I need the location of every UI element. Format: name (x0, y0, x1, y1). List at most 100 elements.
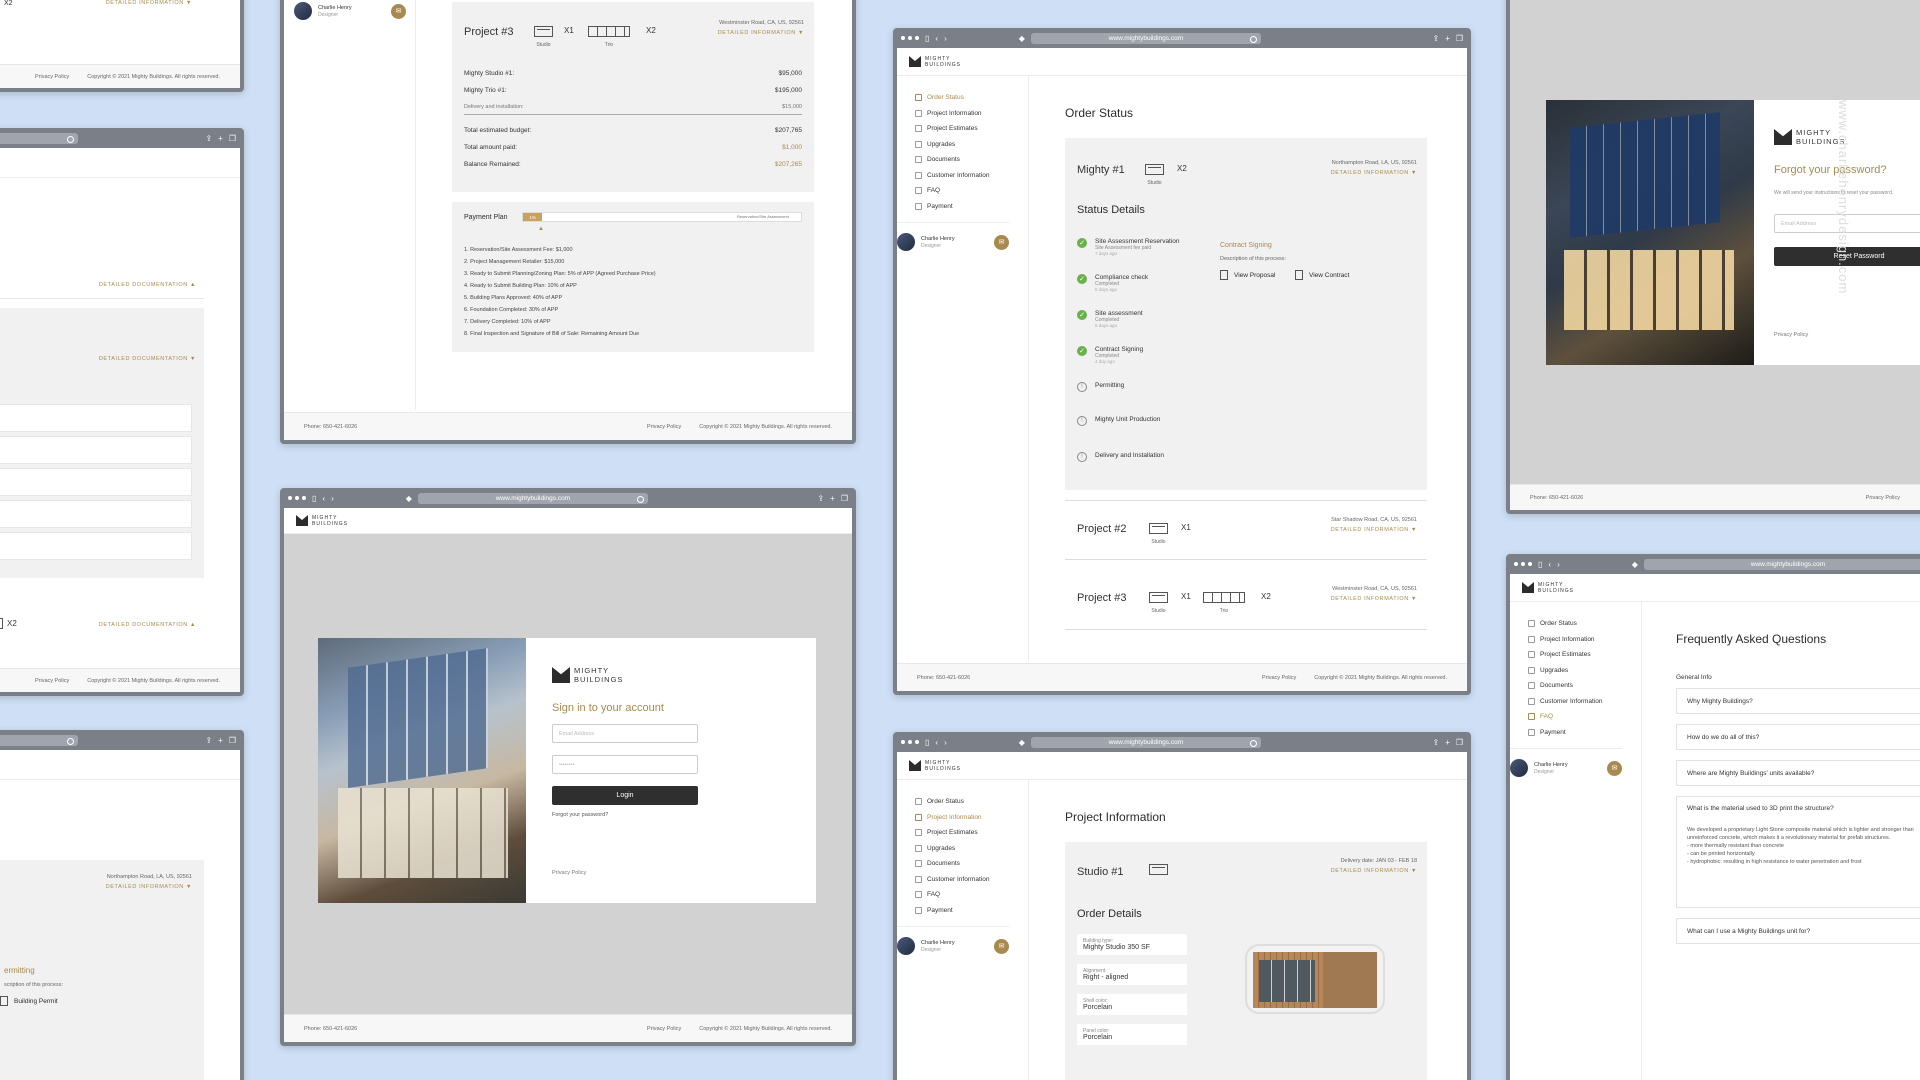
detailed-information-link[interactable]: DETAILED INFORMATION ▼ (1331, 596, 1417, 602)
mail-icon[interactable]: ✉ (391, 3, 406, 19)
sidebar-item-project-estimates[interactable]: Project Estimates (1528, 647, 1641, 663)
faq-item-how[interactable]: How do we do all of this? (1676, 724, 1920, 750)
view-contract-link[interactable]: View Contract (1295, 270, 1349, 280)
login-button[interactable]: Login (552, 786, 698, 805)
share-icon[interactable]: ⇪ (1432, 34, 1439, 43)
password-input[interactable]: •••••••• (552, 755, 698, 774)
building-permit-link[interactable]: Building Permit (0, 996, 58, 1006)
share-icon[interactable]: ⇪ (1432, 738, 1439, 747)
detailed-information-link[interactable]: DETAILED INFORMATION ▼ (1331, 527, 1417, 533)
sidebar-item-customer-information[interactable]: Customer Information (1528, 694, 1641, 710)
mail-icon[interactable]: ✉ (994, 938, 1009, 954)
sidebar-item-documents[interactable]: Documents (915, 152, 1028, 168)
detailed-documentation-2[interactable]: DETAILED DOCUMENTATION ▼ (99, 356, 196, 362)
new-tab-icon[interactable]: + (218, 134, 223, 143)
detailed-information-link[interactable]: DETAILED INFORMATION ▼ (1331, 868, 1417, 874)
privacy-link[interactable]: Privacy Policy (1774, 332, 1808, 338)
sidebar-item-project-estimates[interactable]: Project Estimates (915, 825, 1028, 841)
footer-privacy[interactable]: Privacy Policy (35, 74, 69, 80)
address-bar[interactable]: www.mightybuildings.com (1030, 736, 1261, 748)
sidebar-item-payment[interactable]: Payment (915, 199, 1028, 215)
step-contract-signing[interactable]: ✓ Contract Signing Completed 4 day ago (1077, 346, 1143, 364)
address-bar[interactable] (0, 734, 78, 746)
brand-logo[interactable]: MIGHTY BUILDINGS (909, 760, 961, 772)
mail-icon[interactable]: ✉ (994, 234, 1009, 250)
sidebar-item-documents[interactable]: Documents (915, 856, 1028, 872)
sidebar-item-payment[interactable]: Payment (1528, 725, 1641, 741)
sidebar-item-payment[interactable]: Payment (915, 903, 1028, 919)
sidebar-item-project-information[interactable]: Project Information (1528, 632, 1641, 648)
new-tab-icon[interactable]: + (1445, 34, 1450, 43)
user-profile[interactable]: Charlie Henry Designer ✉ (897, 222, 1009, 251)
sidebar-item-upgrades[interactable]: Upgrades (915, 841, 1028, 857)
sidebar-toggle-icon[interactable]: ▯ (925, 738, 929, 747)
user-profile[interactable]: Charlie Henry Designer ✉ (294, 0, 406, 20)
window-controls[interactable] (1514, 562, 1532, 566)
address-bar[interactable] (0, 132, 78, 144)
sidebar-item-order-status[interactable]: Order Status (1528, 616, 1641, 632)
window-controls[interactable] (901, 36, 919, 40)
sidebar-item-customer-information[interactable]: Customer Information (915, 168, 1028, 184)
footer-privacy[interactable]: Privacy Policy (35, 678, 69, 684)
share-icon[interactable]: ⇪ (205, 134, 212, 143)
faq-item-use[interactable]: What can I use a Mighty Buildings unit f… (1676, 918, 1920, 944)
window-controls[interactable] (901, 740, 919, 744)
sidebar-item-faq[interactable]: FAQ (915, 183, 1028, 199)
footer-privacy[interactable]: Privacy Policy (647, 424, 681, 430)
tabs-icon[interactable]: ❐ (229, 736, 236, 745)
sidebar-toggle-icon[interactable]: ▯ (1538, 560, 1542, 569)
brand-logo[interactable]: MIGHTY BUILDINGS (909, 56, 961, 68)
new-tab-icon[interactable]: + (218, 736, 223, 745)
footer-privacy[interactable]: Privacy Policy (1866, 495, 1900, 501)
brand-logo[interactable]: MIGHTY BUILDINGS (296, 515, 348, 527)
user-profile[interactable]: Charlie Henry Designer ✉ (1510, 748, 1622, 777)
sidebar-item-upgrades[interactable]: Upgrades (915, 137, 1028, 153)
sidebar-item-order-status[interactable]: Order Status (915, 90, 1028, 106)
forward-icon[interactable]: › (944, 738, 947, 747)
sidebar-item-faq[interactable]: FAQ (915, 887, 1028, 903)
address-bar[interactable]: www.mightybuildings.com (1030, 32, 1261, 44)
sidebar-item-project-information[interactable]: Project Information (915, 106, 1028, 122)
tabs-icon[interactable]: ❐ (841, 494, 848, 503)
address-bar[interactable]: www.mightybuildings.com (1643, 558, 1920, 570)
share-icon[interactable]: ⇪ (817, 494, 824, 503)
forward-icon[interactable]: › (944, 34, 947, 43)
faq-item-why[interactable]: Why Mighty Buildings? (1676, 688, 1920, 714)
share-icon[interactable]: ⇪ (205, 736, 212, 745)
sidebar-item-documents[interactable]: Documents (1528, 678, 1641, 694)
user-profile[interactable]: Charlie Henry Designer ✉ (897, 926, 1009, 955)
detailed-information-link[interactable]: DETAILED INFORMATION ▼ (106, 884, 192, 890)
back-icon[interactable]: ‹ (935, 738, 938, 747)
mail-icon[interactable]: ✉ (1607, 760, 1622, 776)
footer-privacy[interactable]: Privacy Policy (1262, 675, 1296, 681)
sidebar-item-project-information[interactable]: Project Information (915, 810, 1028, 826)
sidebar-toggle-icon[interactable]: ▯ (925, 34, 929, 43)
back-icon[interactable]: ‹ (1548, 560, 1551, 569)
new-tab-icon[interactable]: + (1445, 738, 1450, 747)
order-card-project-3[interactable]: Project #3 Studio X1 Trio X2 Westminster… (1065, 570, 1427, 630)
sidebar-item-faq[interactable]: FAQ (1528, 709, 1641, 725)
sidebar-item-upgrades[interactable]: Upgrades (1528, 663, 1641, 679)
detailed-information-link[interactable]: DETAILED INFORMATION ▼ (1331, 170, 1417, 176)
brand-logo[interactable]: MIGHTY BUILDINGS (1522, 582, 1574, 594)
footer-privacy[interactable]: Privacy Policy (647, 1026, 681, 1032)
detailed-documentation-1[interactable]: DETAILED DOCUMENTATION ▲ (99, 282, 196, 288)
back-icon[interactable]: ‹ (322, 494, 325, 503)
tabs-icon[interactable]: ❐ (1456, 738, 1463, 747)
forward-icon[interactable]: › (331, 494, 334, 503)
tabs-icon[interactable]: ❐ (1456, 34, 1463, 43)
order-card-project-2[interactable]: Project #2 Studio X1 Star Shadow Road, C… (1065, 500, 1427, 560)
email-input[interactable]: Email Address (552, 724, 698, 743)
privacy-link[interactable]: Privacy Policy (552, 870, 586, 876)
detailed-information-link[interactable]: DETAILED INFORMATION ▼ (106, 0, 192, 6)
tabs-icon[interactable]: ❐ (229, 134, 236, 143)
sidebar-item-order-status[interactable]: Order Status (915, 794, 1028, 810)
view-proposal-link[interactable]: View Proposal (1220, 270, 1275, 280)
detailed-information-link[interactable]: DETAILED INFORMATION ▼ (718, 30, 804, 36)
back-icon[interactable]: ‹ (935, 34, 938, 43)
sidebar-item-project-estimates[interactable]: Project Estimates (915, 121, 1028, 137)
forward-icon[interactable]: › (1557, 560, 1560, 569)
sidebar-item-customer-information[interactable]: Customer Information (915, 872, 1028, 888)
new-tab-icon[interactable]: + (830, 494, 835, 503)
forgot-password-link[interactable]: Forgot your password? (552, 812, 608, 818)
